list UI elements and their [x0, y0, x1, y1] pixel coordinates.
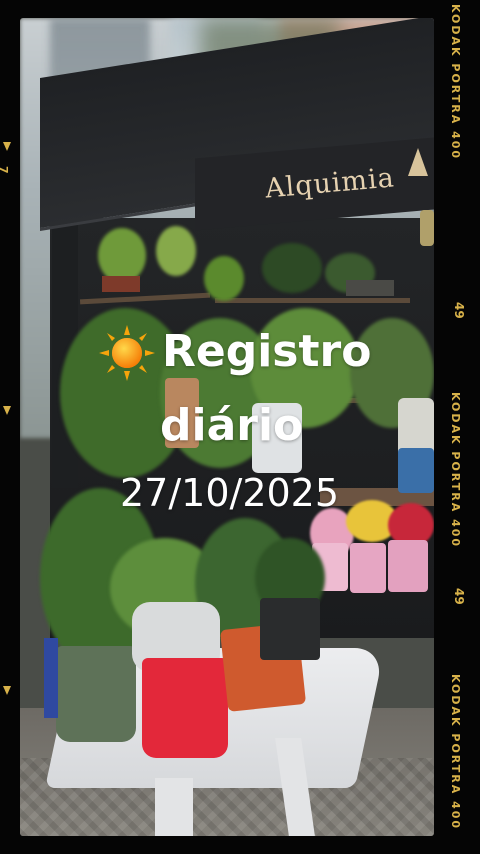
- film-edge-number: 49: [452, 588, 466, 605]
- film-edge-arrow: [3, 142, 11, 151]
- story-date: 27/10/2025: [120, 471, 340, 515]
- film-edge-arrow: [3, 686, 11, 695]
- film-edge-label: KODAK PORTRA 400: [449, 4, 462, 161]
- story-text-overlay: Registro diário 27/10/2025: [0, 0, 480, 854]
- story-title-line-1: Registro: [162, 326, 372, 377]
- film-edge-label: KODAK PORTRA 400: [449, 392, 462, 549]
- story-title-line-2: diário: [160, 400, 304, 451]
- film-edge-label: KODAK PORTRA 400: [449, 674, 462, 831]
- film-edge-arrow: [3, 406, 11, 415]
- film-edge-number: 7: [0, 166, 10, 174]
- sun-icon: [99, 325, 155, 381]
- film-edge-number: 49: [452, 302, 466, 319]
